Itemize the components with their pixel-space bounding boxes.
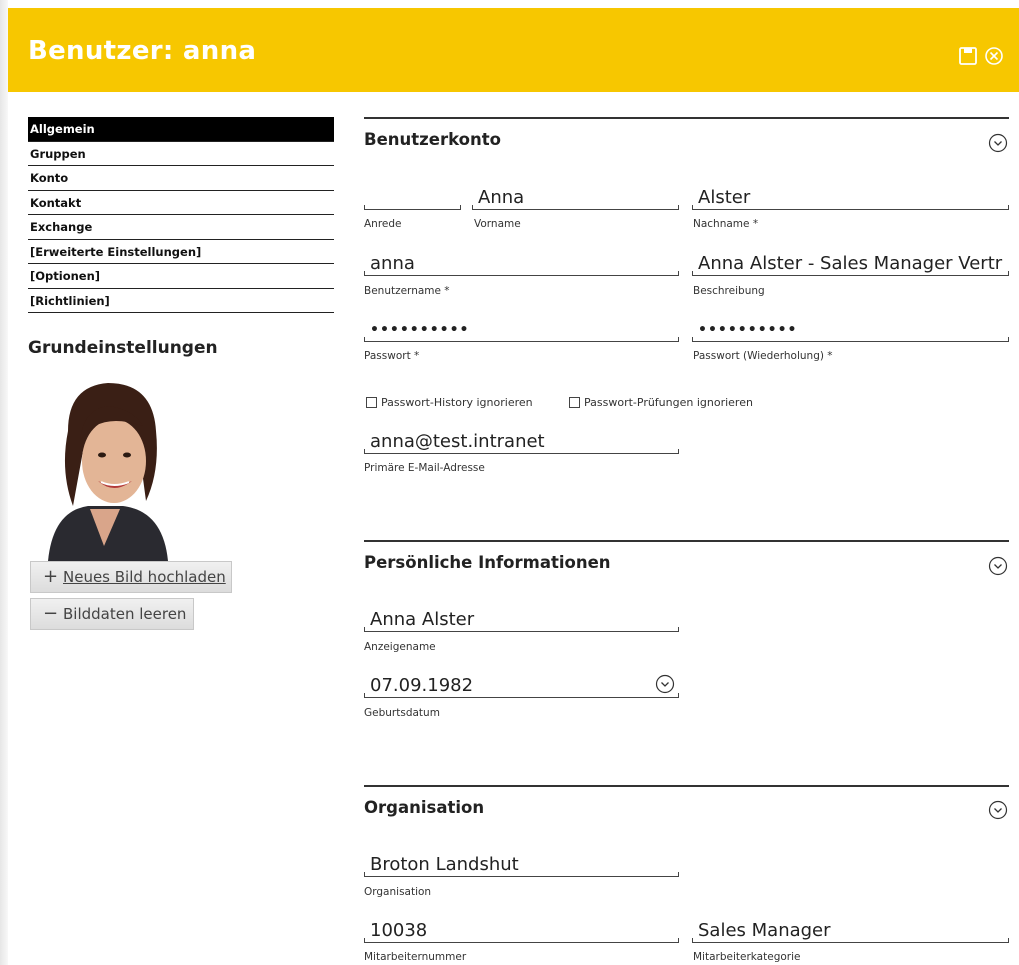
close-icon[interactable] — [984, 46, 1004, 66]
nachname-field[interactable]: Alster — [692, 187, 1009, 210]
nav-item-richtlinien[interactable]: [Richtlinien] — [28, 289, 334, 313]
user-avatar — [28, 371, 180, 561]
nav-item-konto[interactable]: Konto — [28, 166, 334, 191]
benutzerkonto-title: Benutzerkonto — [364, 130, 501, 149]
nav-item-gruppen[interactable]: Gruppen — [28, 142, 334, 166]
email-field[interactable]: anna@test.intranet — [364, 431, 679, 454]
chevron-down-icon[interactable] — [988, 133, 1008, 153]
dialog-title: Benutzer: anna — [28, 36, 257, 66]
organisation-label: Organisation — [364, 886, 432, 898]
email-label: Primäre E-Mail-Adresse — [364, 462, 485, 474]
beschreibung-label: Beschreibung — [693, 285, 765, 297]
anrede-label: Anrede — [364, 218, 402, 230]
nav-item-kontakt[interactable]: Kontakt — [28, 191, 334, 215]
organisation-title: Organisation — [364, 798, 485, 817]
mitarbeiterkategorie-field[interactable]: Sales Manager — [692, 920, 1009, 943]
nav-item-optionen[interactable]: [Optionen] — [28, 264, 334, 289]
nav-item-allgemein[interactable]: Allgemein — [28, 117, 334, 142]
clear-image-button[interactable]: − Bilddaten leeren — [30, 598, 194, 630]
passwort-pruefungen-checkbox[interactable]: Passwort-Prüfungen ignorieren — [569, 396, 753, 409]
beschreibung-field[interactable]: Anna Alster - Sales Manager Vertr — [692, 253, 1009, 276]
nav-item-erweiterte-einstellungen[interactable]: [Erweiterte Einstellungen] — [28, 240, 334, 264]
chevron-down-icon[interactable] — [988, 556, 1008, 576]
benutzername-label: Benutzername * — [364, 285, 450, 297]
nachname-label: Nachname * — [693, 218, 759, 230]
save-icon[interactable] — [958, 46, 978, 66]
vorname-field[interactable]: Anna — [472, 187, 679, 210]
vorname-label: Vorname — [474, 218, 521, 230]
checkbox-box — [569, 397, 580, 408]
passwort-field[interactable]: •••••••••• — [364, 320, 679, 342]
section-divider — [364, 785, 1009, 787]
anzeigename-field[interactable]: Anna Alster — [364, 609, 679, 632]
chevron-down-icon[interactable] — [988, 800, 1008, 820]
minus-icon: − — [43, 603, 59, 624]
mitarbeiternummer-label: Mitarbeiternummer — [364, 951, 467, 963]
organisation-field[interactable]: Broton Landshut — [364, 854, 679, 877]
passwort-wiederholung-field[interactable]: •••••••••• — [692, 320, 1009, 342]
geburtsdatum-label: Geburtsdatum — [364, 707, 440, 719]
section-divider — [364, 540, 1009, 542]
anzeigename-label: Anzeigename — [364, 641, 436, 653]
mitarbeiternummer-field[interactable]: 10038 — [364, 920, 679, 943]
passwort-label: Passwort * — [364, 350, 420, 362]
section-divider — [364, 117, 1009, 119]
dialog-header: Benutzer: anna — [8, 8, 1019, 92]
persoenliche-informationen-title: Persönliche Informationen — [364, 553, 611, 572]
anrede-field[interactable] — [364, 188, 461, 210]
benutzername-field[interactable]: anna — [364, 253, 679, 276]
checkbox-box — [366, 397, 377, 408]
geburtsdatum-field[interactable]: 07.09.1982 — [364, 675, 679, 698]
plus-icon: + — [43, 566, 59, 587]
nav-item-exchange[interactable]: Exchange — [28, 215, 334, 240]
window-shadow — [0, 0, 8, 965]
tab-navigation: Allgemein Gruppen Konto Kontakt Exchange… — [28, 117, 334, 313]
upload-image-button[interactable]: + Neues Bild hochladen — [30, 561, 232, 593]
date-dropdown-icon[interactable] — [655, 674, 675, 694]
mitarbeiterkategorie-label: Mitarbeiterkategorie — [693, 951, 801, 963]
passwort-wiederholung-label: Passwort (Wiederholung) * — [693, 350, 833, 362]
grundeinstellungen-title: Grundeinstellungen — [28, 338, 218, 358]
passwort-history-checkbox[interactable]: Passwort-History ignorieren — [366, 396, 533, 409]
